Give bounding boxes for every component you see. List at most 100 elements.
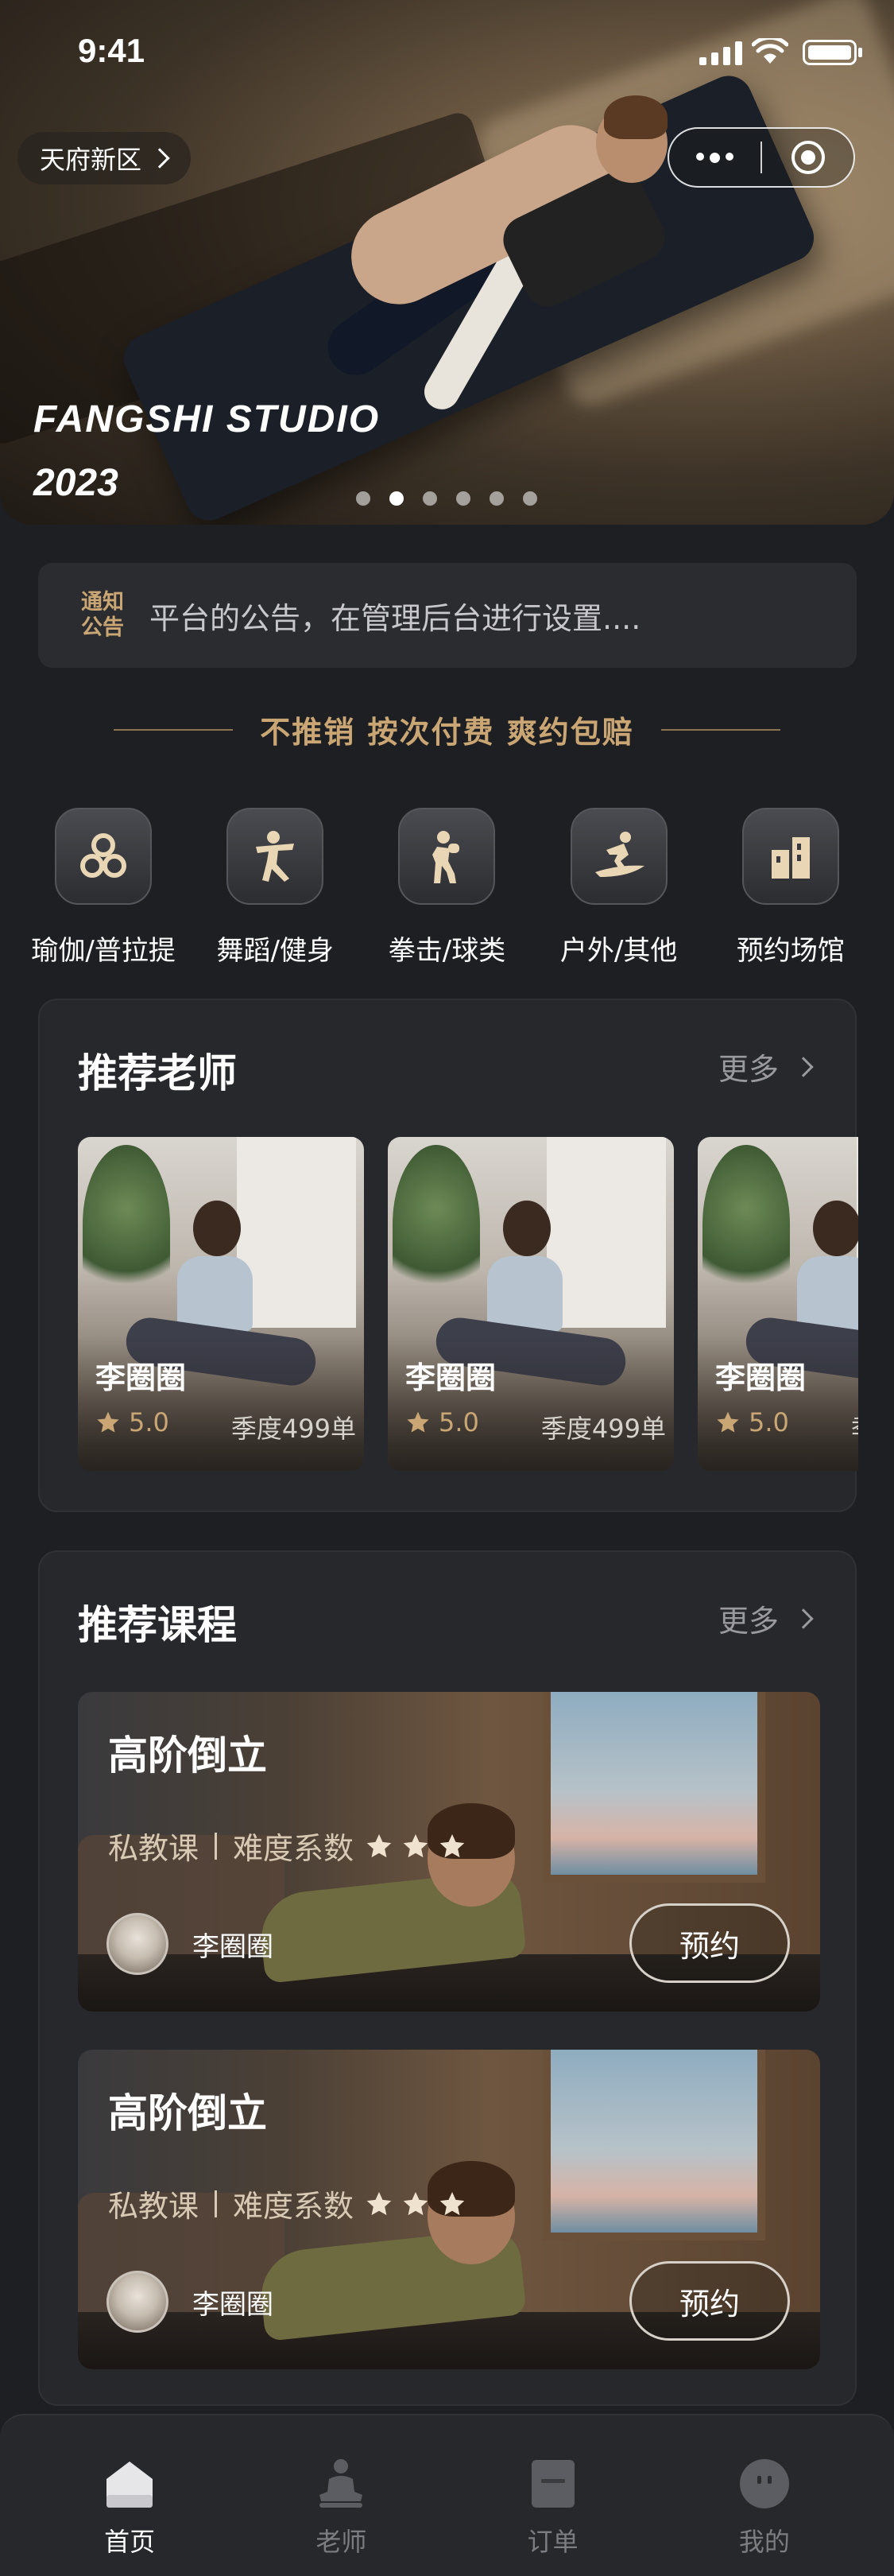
banner-pagination[interactable]	[356, 491, 537, 506]
teacher-photo-body	[177, 1256, 253, 1332]
order-icon	[525, 2455, 581, 2511]
difficulty-label: 难度系数	[233, 1831, 354, 1866]
star-icon	[717, 1411, 739, 1433]
difficulty-label: 难度系数	[233, 2189, 354, 2224]
notice-bar[interactable]: 通知 公告 平台的公告，在管理后台进行设置....	[38, 563, 857, 668]
course-meta: 私教课 难度系数	[108, 2182, 466, 2225]
category-yoga[interactable]: 瑜伽/普拉提	[24, 808, 183, 968]
tab-label: 首页	[104, 2527, 156, 2557]
category-boxing[interactable]: 拳击/球类	[367, 808, 526, 968]
notice-message: 平台的公告，在管理后台进行设置....	[149, 600, 641, 636]
category-venue[interactable]: 预约场馆	[711, 808, 870, 968]
window-backdrop	[543, 1692, 765, 1883]
teacher-card[interactable]: 李圈圈 5.0 季度499单	[698, 1137, 858, 1471]
profile-icon	[737, 2455, 792, 2511]
home-icon	[102, 2455, 157, 2511]
tab-profile[interactable]: 我的	[685, 2415, 844, 2576]
boxing-icon	[398, 808, 496, 905]
chevron-right-icon	[149, 148, 170, 169]
tab-label: 订单	[527, 2527, 579, 2557]
category-label: 户外/其他	[559, 935, 678, 967]
star-icon	[407, 1411, 429, 1433]
slogan-text: 不推销 按次付费 爽约包赔	[260, 715, 634, 750]
battery-tip	[858, 48, 862, 57]
dance-icon	[226, 808, 324, 905]
tab-home[interactable]: 首页	[50, 2415, 209, 2576]
teacher-card[interactable]: 李圈圈 5.0 季度499单	[388, 1137, 674, 1471]
book-button[interactable]: 预约	[629, 1903, 790, 1983]
teacher-sales: 季度499单	[540, 1414, 666, 1444]
slogan-line-right	[660, 728, 780, 731]
star-icon	[439, 2191, 465, 2215]
teacher-name: 李圈圈	[405, 1360, 497, 1395]
category-label: 舞蹈/健身	[216, 935, 335, 967]
course-title: 高阶倒立	[108, 2090, 267, 2136]
plant-backdrop	[702, 1145, 790, 1304]
teacher-photo-head	[813, 1201, 858, 1256]
teacher-card[interactable]: 李圈圈 5.0 季度499单	[78, 1137, 364, 1471]
hero-year: 2023	[33, 462, 118, 504]
pagination-dot[interactable]	[523, 491, 537, 506]
course-meta: 私教课 难度系数	[108, 1824, 466, 1868]
notice-tag-line2: 公告	[81, 615, 124, 640]
location-selector[interactable]: 天府新区	[17, 132, 192, 184]
course-type: 私教课	[108, 1831, 199, 1866]
window-backdrop	[543, 2050, 765, 2240]
battery-icon	[803, 40, 857, 65]
chevron-right-icon	[793, 1056, 814, 1077]
star-icon	[439, 1833, 465, 1857]
teacher-rating: 5.0	[405, 1407, 479, 1437]
tab-teacher[interactable]: 老师	[261, 2415, 420, 2576]
pagination-dot[interactable]	[456, 491, 470, 506]
tab-orders[interactable]: 订单	[474, 2415, 633, 2576]
category-label: 拳击/球类	[388, 935, 506, 967]
coach-name: 李圈圈	[192, 2288, 273, 2321]
more-menu-icon[interactable]	[669, 152, 760, 163]
teacher-name: 李圈圈	[95, 1360, 187, 1395]
pagination-dot[interactable]	[356, 491, 370, 506]
coach-name: 李圈圈	[192, 1930, 273, 1963]
target-icon	[791, 141, 825, 174]
star-icon	[97, 1411, 119, 1433]
star-icon	[403, 1833, 428, 1857]
signal-icon	[699, 41, 742, 65]
difficulty-stars	[365, 2190, 466, 2218]
recommended-teachers-panel: 推荐老师 更多 李圈圈 5.0 季度499单 李圈圈 5.0 季度499单 李圈…	[38, 999, 858, 1512]
section-title: 推荐老师	[78, 1050, 237, 1096]
close-miniprogram-button[interactable]	[762, 141, 853, 174]
window-backdrop	[547, 1137, 666, 1328]
chevron-right-icon	[793, 1608, 814, 1629]
more-courses-link[interactable]: 更多	[718, 1596, 814, 1640]
pagination-dot[interactable]	[389, 491, 404, 506]
course-card[interactable]: 高阶倒立 私教课 难度系数 李圈圈 预约	[78, 1692, 820, 2012]
plant-backdrop	[83, 1145, 170, 1304]
avatar	[106, 2271, 168, 2333]
course-card[interactable]: 高阶倒立 私教课 难度系数 李圈圈 预约	[78, 2050, 820, 2369]
bottom-tab-bar: 首页 老师 订单 我的	[0, 2414, 894, 2576]
meta-divider	[215, 2190, 218, 2217]
more-label: 更多	[718, 1052, 779, 1087]
notice-tag-line1: 通知	[81, 590, 124, 615]
window-backdrop	[237, 1137, 356, 1328]
pagination-dot[interactable]	[423, 491, 437, 506]
pagination-dot[interactable]	[490, 491, 504, 506]
category-grid: 瑜伽/普拉提 舞蹈/健身 拳击/球类 户外/其他 预约场馆	[0, 808, 894, 968]
rating-value: 5.0	[129, 1407, 169, 1437]
more-teachers-link[interactable]: 更多	[718, 1045, 814, 1088]
category-dance[interactable]: 舞蹈/健身	[195, 808, 354, 968]
notice-tag: 通知 公告	[79, 590, 126, 641]
venue-icon	[741, 808, 839, 905]
book-button[interactable]: 预约	[629, 2261, 790, 2341]
teacher-carousel[interactable]: 李圈圈 5.0 季度499单 李圈圈 5.0 季度499单 李圈圈 5.0	[78, 1137, 858, 1471]
plant-backdrop	[393, 1145, 480, 1304]
course-coach: 李圈圈	[106, 1913, 273, 1975]
category-outdoor[interactable]: 户外/其他	[540, 808, 699, 968]
star-icon	[366, 2191, 392, 2215]
course-type: 私教课	[108, 2189, 199, 2224]
course-coach: 李圈圈	[106, 2271, 273, 2333]
category-label: 瑜伽/普拉提	[31, 935, 176, 967]
more-label: 更多	[718, 1604, 779, 1639]
star-icon	[403, 2191, 428, 2215]
tab-label: 老师	[315, 2527, 367, 2557]
star-icon	[366, 1833, 392, 1857]
